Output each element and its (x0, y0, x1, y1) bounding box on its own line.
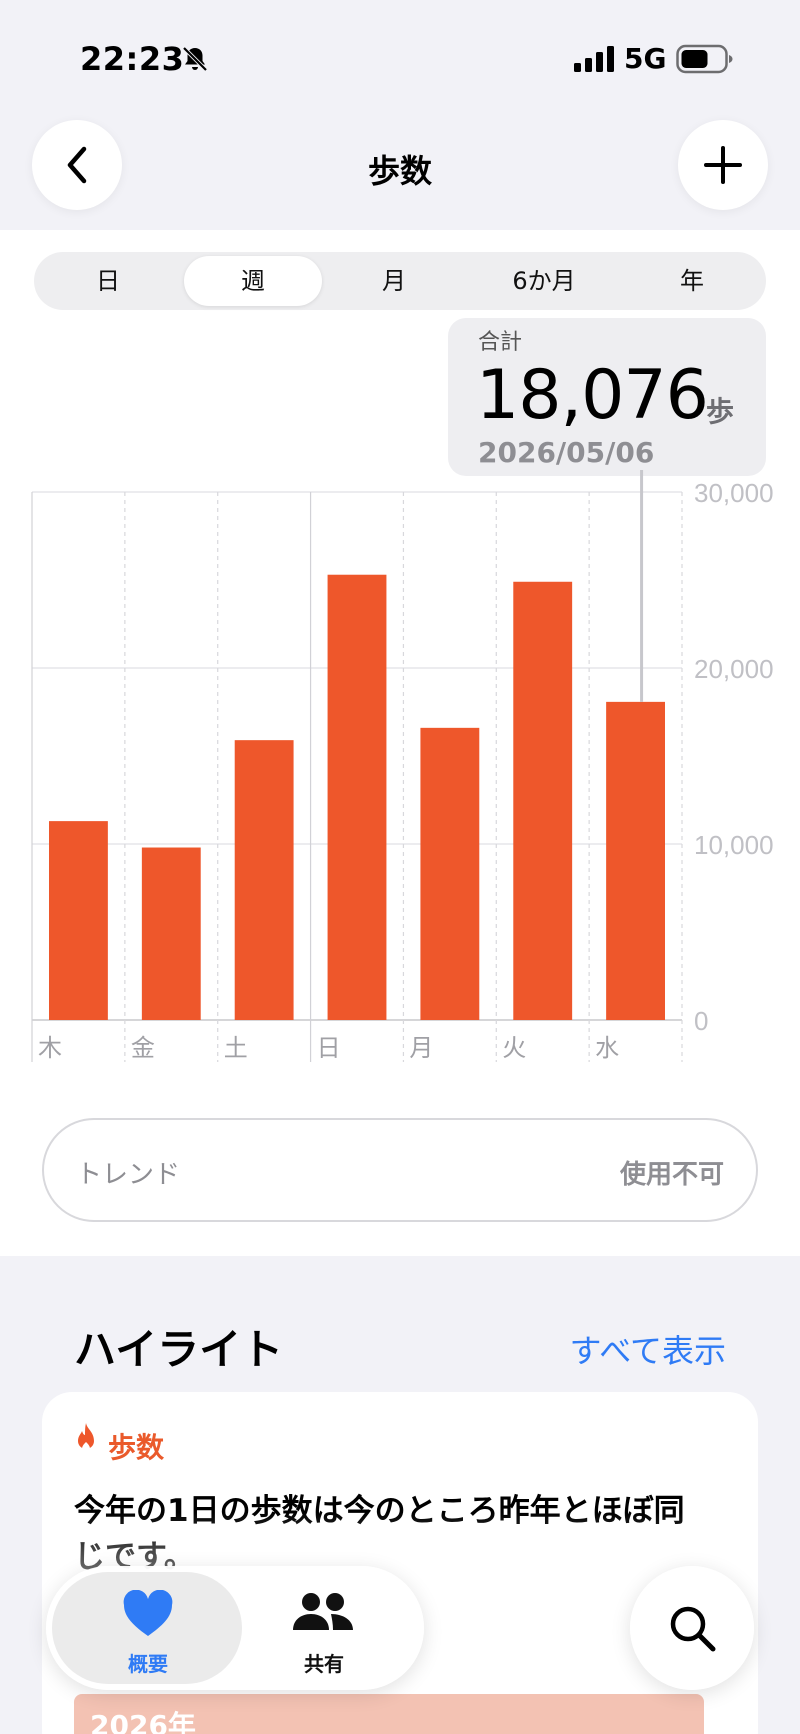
x-tick-label: 金 (131, 1034, 155, 1062)
tab-summary-label: 概要 (128, 1652, 168, 1676)
bar-3[interactable] (327, 574, 387, 1020)
status-time: 22:23 (80, 40, 185, 78)
segment-year[interactable]: 年 (622, 256, 762, 306)
tab-summary[interactable]: 概要 (58, 1566, 238, 1690)
battery-icon (676, 44, 733, 74)
highlight-year: 2026年 (90, 1709, 196, 1734)
y-tick-label: 10,000 (694, 830, 774, 860)
time-range-selector: 日 週 月 6か月 年 (34, 252, 766, 310)
heart-icon (123, 1590, 173, 1636)
x-tick-label: 火 (502, 1034, 526, 1062)
header-area (0, 0, 800, 230)
tab-sharing-label: 共有 (304, 1652, 344, 1676)
y-tick-label: 30,000 (694, 478, 774, 508)
highlight-year-bar: 2026年 (74, 1694, 704, 1734)
x-tick-label: 土 (224, 1034, 248, 1062)
segment-six-months[interactable]: 6か月 (470, 256, 618, 306)
bar-2[interactable] (234, 740, 294, 1020)
summary-unit: 歩 (706, 395, 735, 428)
y-tick-label: 0 (694, 1006, 708, 1036)
x-tick-label: 月 (409, 1034, 433, 1062)
segment-day[interactable]: 日 (38, 256, 178, 306)
segment-month[interactable]: 月 (324, 256, 464, 306)
x-tick-label: 木 (38, 1034, 62, 1062)
bar-5[interactable] (513, 581, 573, 1020)
bell-slash-icon (182, 46, 208, 72)
people-icon (293, 1593, 353, 1630)
show-all-link[interactable]: すべて表示 (570, 1326, 726, 1372)
summary-value: 18,076 (476, 356, 709, 435)
bar-0[interactable] (49, 821, 108, 1020)
y-tick-label: 20,000 (694, 654, 774, 684)
search-icon (670, 1606, 716, 1652)
summary-label: 合計 (478, 330, 523, 355)
plus-icon (704, 146, 742, 184)
tab-bar: 概要 共有 (46, 1566, 424, 1690)
trend-value: 使用不可 (619, 1160, 724, 1190)
signal-icon (574, 46, 614, 72)
highlight-category: 歩数 (108, 1431, 165, 1464)
bar-4[interactable] (420, 727, 480, 1020)
selection-summary: 合計 18,076 歩 2026/05/06 (448, 318, 766, 476)
summary-date: 2026/05/06 (478, 436, 655, 469)
x-tick-label: 水 (595, 1034, 619, 1062)
tab-sharing[interactable]: 共有 (234, 1566, 414, 1690)
steps-bar-chart[interactable]: 0 10,000 20,000 30,000 木 金 土 日 月 火 水 (0, 470, 800, 1070)
highlights-title: ハイライト (74, 1325, 284, 1374)
network-label: 5G (624, 42, 667, 75)
bar-1[interactable] (141, 847, 201, 1020)
segment-week[interactable]: 週 (184, 256, 322, 306)
bar-6[interactable] (606, 701, 665, 1020)
add-button[interactable] (678, 120, 768, 210)
flame-icon (78, 1423, 94, 1453)
trend-label: トレンド (76, 1160, 181, 1190)
x-tick-label: 日 (317, 1034, 341, 1062)
search-button[interactable] (630, 1566, 754, 1690)
trend-card[interactable]: トレンド 使用不可 (42, 1118, 758, 1222)
